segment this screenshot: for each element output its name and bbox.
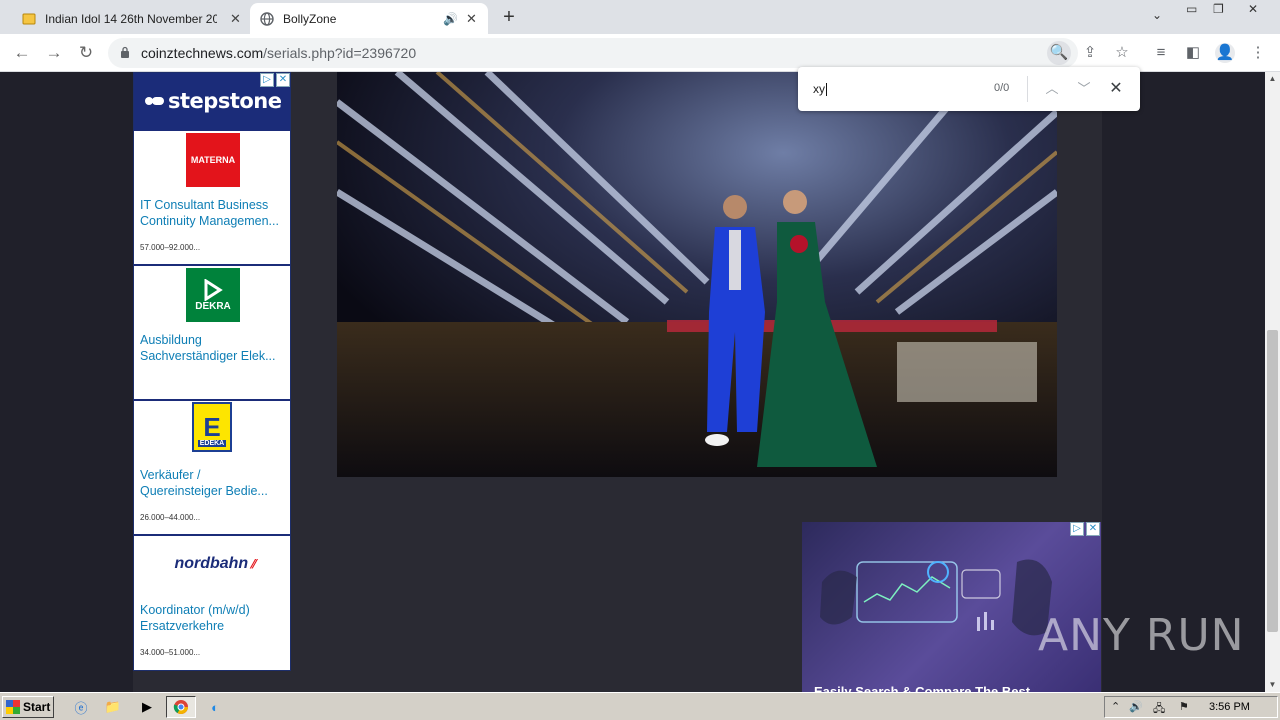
edge-icon[interactable]: ◐ (204, 697, 226, 717)
reload-button[interactable]: ↻ (75, 42, 97, 64)
find-match-count: 0/0 (994, 82, 1010, 94)
find-previous-chevron-up-icon[interactable]: ︿ (1042, 79, 1062, 99)
find-next-chevron-down-icon[interactable]: ﹀ (1074, 79, 1094, 99)
tab-close-icon[interactable]: ✕ (230, 11, 241, 27)
tray-expand-icon[interactable]: ⌃ (1111, 700, 1120, 713)
nordbahn-logo: nordbahn ⫽ (174, 555, 256, 572)
side-panel-icon[interactable]: ◧ (1183, 43, 1203, 63)
video-player[interactable] (337, 72, 1057, 477)
stage-performance-frame (337, 72, 1057, 477)
page-favicon-icon (22, 12, 36, 26)
profile-avatar-icon[interactable]: 👤 (1215, 43, 1235, 63)
tab-title: BollyZone (283, 11, 337, 26)
job-salary: 26.000–44.000... (140, 513, 201, 522)
anyrun-watermark: ANY RUN (1038, 610, 1245, 661)
find-in-page-icon[interactable]: 🔍 (1047, 41, 1071, 65)
action-center-flag-icon[interactable]: ⚑ (1179, 700, 1189, 713)
chrome-icon[interactable] (166, 696, 196, 718)
stepstone-logo: stepstone (144, 89, 282, 113)
ad-close-icon[interactable]: ✕ (1086, 522, 1100, 536)
page-scrollbar[interactable]: ▲ ▼ (1265, 72, 1280, 692)
lock-icon[interactable] (120, 45, 130, 58)
ad-header[interactable]: stepstone ▷ ✕ (134, 73, 290, 129)
system-tray: ⌃ 🔊 🖧 ⚑ 3:56 PM (1104, 696, 1278, 718)
start-button[interactable]: Start (2, 696, 54, 718)
tab-title: Indian Idol 14 26th November 2023 (45, 11, 217, 26)
windows-flag-icon (6, 700, 20, 714)
url-path: /serials.php?id=2396720 (263, 45, 417, 61)
tab-search-chevron-icon[interactable]: ⌄ (1152, 8, 1162, 22)
minimize-button[interactable]: ▭ (1186, 2, 1197, 16)
windows-taskbar: Start ⓔ 📁 ▶ ◐ ⌃ 🔊 🖧 ⚑ 3:56 PM (0, 692, 1280, 720)
job-listing[interactable]: nordbahn ⫽ Koordinator (m/w/d) Ersatzverke… (134, 534, 290, 670)
address-bar[interactable]: coinztechnews.com/serials.php?id=2396720 (108, 38, 1078, 68)
globe-icon (260, 11, 274, 26)
scroll-up-arrow-icon[interactable]: ▲ (1265, 72, 1280, 86)
explorer-folder-icon[interactable]: 📁 (102, 697, 124, 717)
job-listing[interactable]: MATERNA IT Consultant Business Continuity… (134, 129, 290, 264)
job-salary: 34.000–51.000... (140, 648, 201, 657)
bookmark-star-icon[interactable]: ☆ (1112, 43, 1132, 63)
media-controls-icon[interactable]: ≡ (1151, 43, 1171, 63)
ad-caption[interactable]: Easily Search & Compare The Best (814, 684, 1030, 692)
tab-indian-idol[interactable]: Indian Idol 14 26th November 2023 ✕ (8, 3, 248, 34)
job-title[interactable]: Koordinator (m/w/d) Ersatzverkehre (140, 602, 288, 634)
media-player-icon[interactable]: ▶ (136, 697, 158, 717)
trading-hologram-illustration (820, 559, 1052, 636)
dekra-logo: DEKRA (186, 268, 240, 322)
job-listing[interactable]: DEKRA Ausbildung Sachverständiger Elek... (134, 264, 290, 399)
adchoices-icon[interactable]: ▷ (1070, 522, 1084, 536)
job-listing[interactable]: E EDEKA Verkäufer / Quereinsteiger Bedie.… (134, 399, 290, 534)
back-button[interactable]: ← (11, 42, 33, 64)
scrollbar-thumb[interactable] (1267, 330, 1278, 632)
find-divider (1027, 76, 1028, 102)
trading-ad-banner[interactable]: ▷ ✕ Easily Search & Compare The Best (802, 522, 1101, 692)
find-in-page-bar: xy 0/0 ︿ ﹀ ✕ (798, 67, 1140, 111)
forward-button[interactable]: → (43, 42, 65, 64)
volume-icon[interactable]: 🔊 (1129, 700, 1143, 713)
new-tab-button[interactable]: + (498, 6, 520, 28)
job-title[interactable]: Ausbildung Sachverständiger Elek... (140, 332, 288, 364)
ie-icon[interactable]: ⓔ (70, 697, 92, 717)
job-salary: 57.000–92.000... (140, 243, 201, 252)
left-job-ad[interactable]: stepstone ▷ ✕ MATERNA IT Consultant Busi… (133, 72, 291, 671)
find-close-icon[interactable]: ✕ (1106, 79, 1126, 99)
scroll-down-arrow-icon[interactable]: ▼ (1265, 678, 1280, 692)
menu-kebab-icon[interactable]: ⋮ (1248, 43, 1268, 63)
find-input[interactable]: xy (813, 82, 827, 97)
job-title[interactable]: IT Consultant Business Continuity Managem… (140, 197, 288, 229)
ad-close-icon[interactable]: ✕ (276, 73, 290, 87)
tab-strip: Indian Idol 14 26th November 2023 ✕ Boll… (0, 0, 1280, 34)
share-icon[interactable]: ⇪ (1080, 43, 1100, 63)
tab-close-icon[interactable]: ✕ (466, 11, 477, 27)
url-text: coinztechnews.com/serials.php?id=2396720 (141, 45, 416, 61)
taskbar-clock[interactable]: 3:56 PM (1209, 701, 1250, 713)
url-domain: coinztechnews.com (141, 45, 264, 61)
job-title[interactable]: Verkäufer / Quereinsteiger Bedie... (140, 467, 288, 499)
web-page: stepstone ▷ ✕ MATERNA IT Consultant Busi… (0, 72, 1265, 692)
speaker-icon[interactable]: 🔊 (443, 12, 458, 26)
tab-bollyzone[interactable]: BollyZone 🔊 ✕ (250, 3, 488, 34)
restore-button[interactable]: ❐ (1213, 2, 1224, 16)
close-window-button[interactable]: ✕ (1248, 2, 1258, 16)
materna-logo: MATERNA (186, 133, 240, 187)
adchoices-icon[interactable]: ▷ (260, 73, 274, 87)
edeka-logo: E EDEKA (190, 401, 234, 453)
network-icon[interactable]: 🖧 (1153, 700, 1165, 719)
